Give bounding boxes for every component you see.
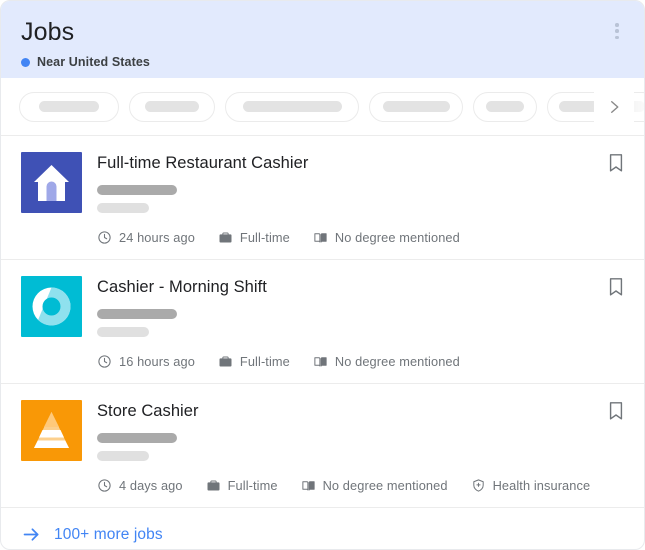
clock-icon (97, 478, 112, 493)
dot (615, 23, 619, 27)
job-meta-item: Full-time (218, 230, 290, 245)
briefcase-icon (218, 354, 233, 369)
job-meta-label: Full-time (228, 478, 278, 493)
job-meta-item: No degree mentioned (313, 230, 460, 245)
job-card[interactable]: Cashier - Morning Shift 16 hours ago Full-… (1, 260, 644, 384)
book-icon (301, 478, 316, 493)
filter-chip-1[interactable] (19, 92, 119, 122)
job-meta-label: Health insurance (493, 478, 591, 493)
filter-chip-4[interactable] (369, 92, 463, 122)
job-meta-label: Full-time (240, 230, 290, 245)
filter-chip-placeholder-bar (243, 101, 342, 112)
more-jobs-link[interactable]: 100+ more jobs (1, 508, 644, 550)
job-card[interactable]: Store Cashier 4 days ago Full-time No degre… (1, 384, 644, 508)
job-meta-item: 4 days ago (97, 478, 183, 493)
job-location-placeholder (97, 451, 149, 461)
job-title: Store Cashier (97, 401, 624, 422)
filter-chips-container (19, 92, 644, 122)
job-meta-item: No degree mentioned (301, 478, 448, 493)
chevron-right-icon[interactable] (594, 78, 634, 135)
job-card-body: Full-time Restaurant Cashier 24 hours ago… (97, 152, 624, 245)
dot (615, 36, 619, 40)
job-meta-item: Health insurance (471, 478, 591, 493)
job-title: Full-time Restaurant Cashier (97, 153, 624, 174)
job-meta-row: 16 hours ago Full-time No degree mentioned (97, 354, 624, 369)
job-meta-label: 24 hours ago (119, 230, 195, 245)
book-icon (313, 354, 328, 369)
job-meta-item: Full-time (206, 478, 278, 493)
job-meta-label: 4 days ago (119, 478, 183, 493)
more-jobs-label: 100+ more jobs (54, 526, 163, 544)
filter-chip-placeholder-bar (383, 101, 450, 112)
job-location-placeholder (97, 203, 149, 213)
job-card-body: Cashier - Morning Shift 16 hours ago Full-… (97, 276, 624, 369)
more-vert-icon[interactable] (608, 21, 626, 41)
filter-chip-2[interactable] (129, 92, 215, 122)
location-row: Near United States (21, 55, 624, 69)
job-meta-label: No degree mentioned (335, 230, 460, 245)
job-meta-item: No degree mentioned (313, 354, 460, 369)
filter-chip-placeholder-bar (145, 101, 199, 112)
location-dot-icon (21, 58, 30, 67)
location-label: Near United States (37, 55, 150, 69)
bookmark-outline-icon[interactable] (606, 152, 626, 174)
shield-health-icon (471, 478, 486, 493)
company-name-placeholder (97, 309, 177, 319)
job-meta-label: Full-time (240, 354, 290, 369)
company-name-placeholder (97, 185, 177, 195)
job-meta-label: 16 hours ago (119, 354, 195, 369)
job-meta-item: 24 hours ago (97, 230, 195, 245)
filter-chip-placeholder-bar (486, 101, 524, 112)
clock-icon (97, 354, 112, 369)
arrow-right-icon (21, 524, 42, 545)
filter-chip-3[interactable] (225, 92, 359, 122)
briefcase-icon (206, 478, 221, 493)
home-logo-icon (21, 152, 82, 213)
job-meta-label: No degree mentioned (323, 478, 448, 493)
job-card-body: Store Cashier 4 days ago Full-time No degre… (97, 400, 624, 493)
filter-chips-row[interactable] (1, 78, 644, 136)
donut-logo-icon (21, 276, 82, 337)
pyramid-logo-icon (21, 400, 82, 461)
clock-icon (97, 230, 112, 245)
filter-chip-placeholder-bar (39, 101, 99, 112)
company-name-placeholder (97, 433, 177, 443)
job-meta-item: 16 hours ago (97, 354, 195, 369)
job-meta-row: 4 days ago Full-time No degree mentioned He… (97, 478, 624, 493)
job-meta-item: Full-time (218, 354, 290, 369)
bookmark-outline-icon[interactable] (606, 400, 626, 422)
page-title: Jobs (21, 17, 624, 47)
bookmark-outline-icon[interactable] (606, 276, 626, 298)
book-icon (313, 230, 328, 245)
briefcase-icon (218, 230, 233, 245)
jobs-header: Jobs Near United States (1, 1, 644, 78)
job-card[interactable]: Full-time Restaurant Cashier 24 hours ago… (1, 136, 644, 260)
job-title: Cashier - Morning Shift (97, 277, 624, 298)
job-meta-row: 24 hours ago Full-time No degree mentioned (97, 230, 624, 245)
jobs-widget: Jobs Near United States Full-time Restau… (0, 0, 645, 550)
dot (615, 29, 619, 33)
job-list: Full-time Restaurant Cashier 24 hours ago… (1, 136, 644, 508)
filter-chip-5[interactable] (473, 92, 537, 122)
job-location-placeholder (97, 327, 149, 337)
job-meta-label: No degree mentioned (335, 354, 460, 369)
